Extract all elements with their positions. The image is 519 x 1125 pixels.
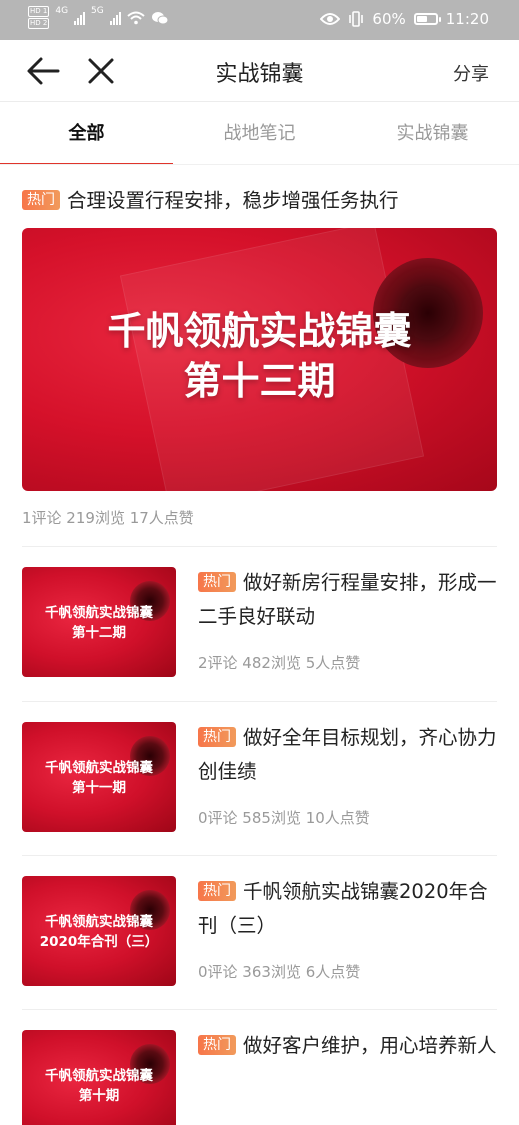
- hot-badge: 热门: [198, 881, 236, 901]
- battery-percent: 60%: [372, 10, 406, 28]
- banner-line-1: 千帆领航实战锦囊: [107, 309, 412, 353]
- tab-tips[interactable]: 实战锦囊: [346, 103, 519, 165]
- item-thumbnail[interactable]: 千帆领航实战锦囊 第十二期: [22, 567, 176, 677]
- thumbnail-text: 千帆领航实战锦囊 2020年合刊（三）: [22, 912, 176, 952]
- page-title: 实战锦囊: [215, 62, 304, 87]
- item-thumbnail[interactable]: 千帆领航实战锦囊 第十期: [22, 1030, 176, 1125]
- tab-field-notes[interactable]: 战地笔记: [173, 103, 346, 165]
- thumbnail-line-1: 千帆领航实战锦囊: [45, 914, 153, 930]
- hd-badge-1: HD 1: [28, 6, 50, 17]
- item-title[interactable]: 热门 做好新房行程量安排，形成一二手良好联动: [198, 566, 497, 634]
- thumbnail-line-2: 第十期: [78, 1088, 120, 1104]
- thumbnail-line-1: 千帆领航实战锦囊: [45, 605, 153, 621]
- status-right: 60% 11:20: [320, 10, 489, 28]
- item-title[interactable]: 热门 做好全年目标规划，齐心协力创佳绩: [198, 721, 497, 789]
- hot-badge: 热门: [198, 1035, 236, 1055]
- item-title[interactable]: 热门 千帆领航实战锦囊2020年合刊（三）: [198, 875, 497, 943]
- featured-banner[interactable]: 千帆领航实战锦囊 第十三期: [22, 228, 497, 491]
- thumbnail-text: 千帆领航实战锦囊 第十一期: [22, 758, 176, 798]
- item-title[interactable]: 热门 做好客户维护，用心培养新人: [198, 1029, 497, 1063]
- status-left: HD 1 HD 2 4G 5G: [28, 6, 169, 29]
- vibrate-icon: [349, 11, 364, 27]
- signal-icon: [74, 11, 86, 25]
- list-item[interactable]: 千帆领航实战锦囊 第十一期 热门 做好全年目标规划，齐心协力创佳绩 0评论 585浏…: [22, 701, 497, 856]
- item-stats: 2评论 482浏览 5人点赞: [198, 654, 361, 672]
- nav-bar: 实战锦囊 分享: [0, 40, 519, 102]
- tab-bar: 全部 战地笔记 实战锦囊: [0, 103, 519, 165]
- featured-stats: 1评论 219浏览 17人点赞: [22, 509, 194, 527]
- hd-indicators: HD 1 HD 2: [28, 6, 50, 29]
- network-type-1: 4G: [55, 6, 69, 16]
- hd-badge-2: HD 2: [28, 18, 50, 29]
- item-title-text: 做好客户维护，用心培养新人: [243, 1034, 497, 1057]
- item-title-text: 做好全年目标规划，齐心协力创佳绩: [198, 726, 497, 783]
- battery-fill: [416, 16, 427, 22]
- hot-badge: 热门: [198, 572, 236, 592]
- list-item[interactable]: 千帆领航实战锦囊 第十期 热门 做好客户维护，用心培养新人: [22, 1009, 497, 1125]
- thumbnail-line-1: 千帆领航实战锦囊: [45, 760, 153, 776]
- list-item[interactable]: 千帆领航实战锦囊 第十二期 热门 做好新房行程量安排，形成一二手良好联动 2评论 4…: [22, 546, 497, 701]
- thumbnail-line-2: 2020年合刊（三）: [39, 934, 159, 950]
- featured-title-text: 合理设置行程安排，稳步增强任务执行: [67, 189, 399, 212]
- featured-title[interactable]: 热门 合理设置行程安排，稳步增强任务执行: [22, 186, 497, 216]
- banner-line-2: 第十三期: [183, 359, 336, 403]
- wechat-icon: [151, 11, 169, 24]
- thumbnail-line-2: 第十二期: [72, 625, 126, 641]
- thumbnail-line-2: 第十一期: [72, 780, 126, 796]
- hot-badge: 热门: [22, 190, 60, 210]
- eye-icon: [320, 13, 341, 25]
- item-thumbnail[interactable]: 千帆领航实战锦囊 2020年合刊（三）: [22, 876, 176, 986]
- item-title-text: 千帆领航实战锦囊2020年合刊（三）: [198, 880, 488, 937]
- featured-article[interactable]: 热门 合理设置行程安排，稳步增强任务执行 千帆领航实战锦囊 第十三期 1评论 21…: [22, 165, 497, 528]
- item-title-text: 做好新房行程量安排，形成一二手良好联动: [198, 571, 497, 628]
- item-stats: 0评论 363浏览 6人点赞: [198, 963, 361, 981]
- network-type-2: 5G: [91, 6, 104, 16]
- item-thumbnail[interactable]: 千帆领航实战锦囊 第十一期: [22, 722, 176, 832]
- clock: 11:20: [445, 10, 489, 28]
- banner-text: 千帆领航实战锦囊 第十三期: [22, 306, 497, 406]
- status-bar: HD 1 HD 2 4G 5G 60% 11:20: [0, 0, 519, 40]
- item-stats: 0评论 585浏览 10人点赞: [198, 809, 370, 827]
- wifi-icon: [127, 11, 145, 24]
- thumbnail-text: 千帆领航实战锦囊 第十期: [22, 1066, 176, 1106]
- battery-icon: [413, 13, 441, 25]
- hot-badge: 热门: [198, 727, 236, 747]
- tab-all[interactable]: 全部: [0, 103, 173, 165]
- signal-icon: [109, 11, 121, 25]
- list-item[interactable]: 千帆领航实战锦囊 2020年合刊（三） 热门 千帆领航实战锦囊2020年合刊（三） …: [22, 855, 497, 1010]
- thumbnail-text: 千帆领航实战锦囊 第十二期: [22, 603, 176, 643]
- thumbnail-line-1: 千帆领航实战锦囊: [45, 1068, 153, 1084]
- share-button[interactable]: 分享: [453, 60, 489, 86]
